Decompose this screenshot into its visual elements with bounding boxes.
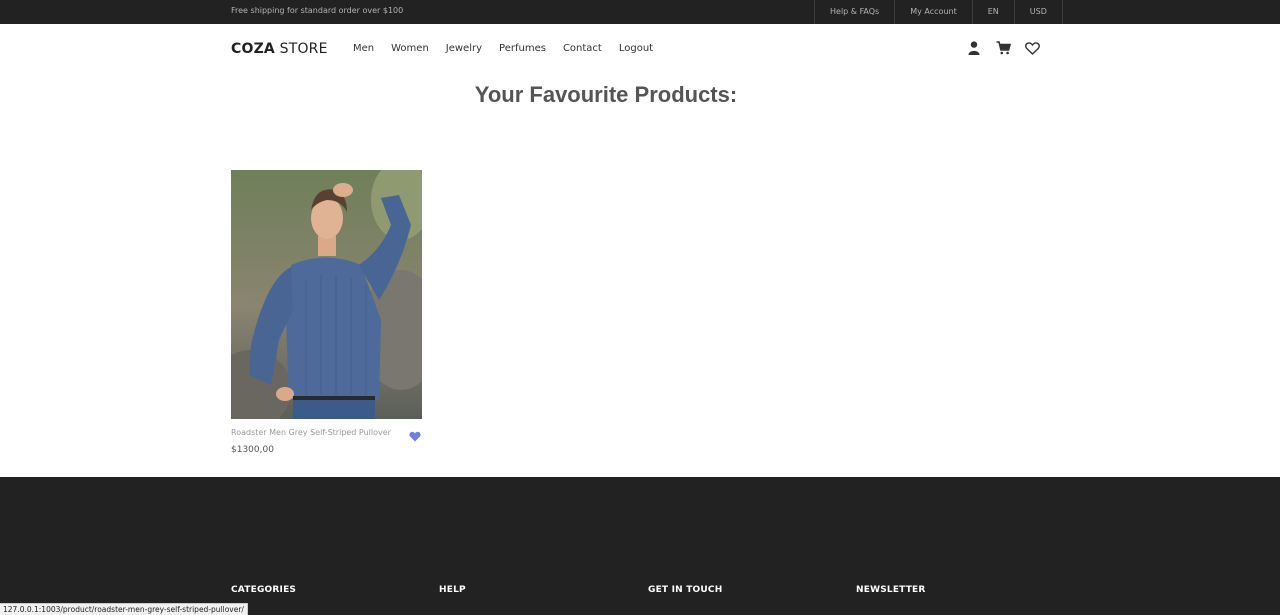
nav-jewelry[interactable]: Jewelry: [446, 43, 482, 54]
status-bar-url: 127.0.0.1:1003/product/roadster-men-grey…: [0, 603, 248, 615]
product-price: $1300,00: [231, 445, 274, 455]
nav-contact[interactable]: Contact: [563, 43, 602, 54]
footer-heading-help: HELP: [439, 585, 466, 595]
cart-icon[interactable]: [995, 40, 1011, 56]
footer-heading-get-in-touch: GET IN TOUCH: [648, 585, 723, 595]
help-faqs-link[interactable]: Help & FAQs: [814, 0, 894, 24]
nav-men[interactable]: Men: [353, 43, 374, 54]
product-name[interactable]: Roadster Men Grey Self-Striped Pullover: [231, 428, 391, 437]
nav-logout[interactable]: Logout: [619, 43, 653, 54]
user-icon[interactable]: [966, 40, 982, 56]
main-header: COZA STORE Men Women Jewelry Perfumes Co…: [0, 24, 1280, 74]
footer-heading-categories: CATEGORIES: [231, 585, 297, 595]
nav-perfumes[interactable]: Perfumes: [499, 43, 546, 54]
top-bar: Free shipping for standard order over $1…: [0, 0, 1280, 24]
product-image: [231, 170, 422, 419]
product-image-link[interactable]: [231, 170, 422, 419]
shipping-notice: Free shipping for standard order over $1…: [231, 6, 404, 15]
language-link[interactable]: EN: [971, 0, 1014, 24]
favourite-heart-icon[interactable]: [409, 427, 421, 442]
footer-heading-newsletter: NEWSLETTER: [856, 585, 926, 595]
logo[interactable]: COZA STORE: [231, 41, 328, 57]
my-account-link[interactable]: My Account: [894, 0, 971, 24]
currency-link[interactable]: USD: [1013, 0, 1063, 24]
page-title: Your Favourite Products:: [474, 82, 738, 107]
logo-light: STORE: [274, 41, 328, 57]
top-links: Help & FAQs My Account EN USD: [814, 0, 1063, 24]
nav-women[interactable]: Women: [391, 43, 429, 54]
logo-bold: COZA: [231, 41, 275, 57]
main-nav: Men Women Jewelry Perfumes Contact Logou…: [353, 43, 653, 54]
heart-icon[interactable]: [1024, 40, 1040, 56]
footer: CATEGORIES HELP GET IN TOUCH NEWSLETTER: [0, 477, 1280, 615]
product-card: Roadster Men Grey Self-Striped Pullover …: [231, 170, 422, 455]
header-icons: [966, 40, 1040, 56]
